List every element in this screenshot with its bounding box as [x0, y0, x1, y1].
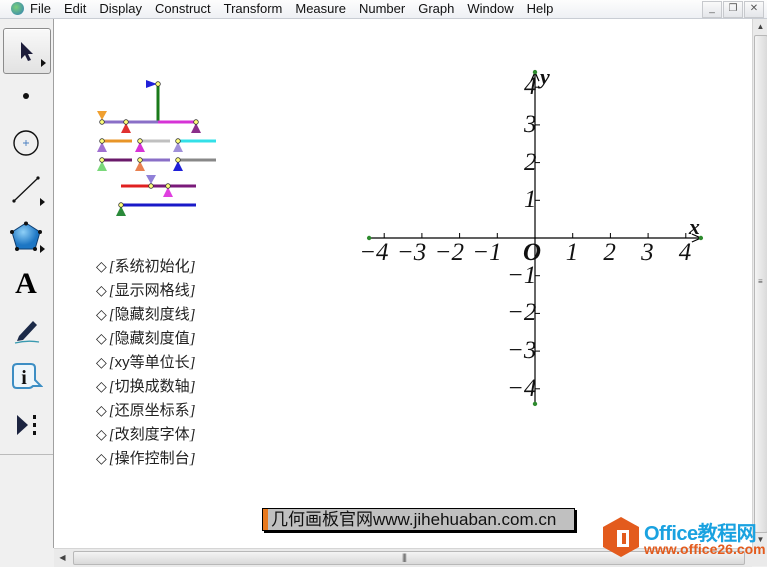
arrow-select-tool[interactable]: [3, 28, 51, 74]
x-tick-label: 1: [565, 239, 579, 266]
y-tick-label: −3: [507, 337, 537, 365]
more-tools-arrow-icon[interactable]: [40, 245, 45, 253]
minimize-button[interactable]: _: [702, 1, 722, 18]
custom-tool[interactable]: [3, 403, 49, 447]
menu-edit[interactable]: Edit: [64, 1, 86, 17]
svg-text:i: i: [21, 367, 27, 389]
office-logo-icon: [603, 517, 639, 557]
restore-button[interactable]: ❐: [723, 1, 743, 18]
app-icon[interactable]: [11, 2, 24, 15]
menu-display[interactable]: Display: [99, 1, 142, 17]
arrow-icon: [21, 42, 33, 61]
circle-icon: [13, 130, 39, 156]
url-banner: 几何画板官网www.jihehuaban.com.cn: [262, 508, 575, 531]
menu-construct[interactable]: Construct: [155, 1, 211, 17]
y-tick-label: 2: [524, 148, 537, 176]
scroll-left-arrow-icon[interactable]: ◀: [54, 549, 71, 567]
text-a-icon: A: [15, 267, 37, 300]
y-tick-label: 3: [524, 110, 537, 138]
y-tick-label: −4: [507, 374, 537, 402]
more-tools-arrow-icon[interactable]: [41, 59, 46, 67]
origin-label: O: [523, 239, 542, 266]
point-icon: [23, 93, 29, 99]
x-tick-label: 3: [641, 239, 654, 266]
y-axis-name: y: [540, 64, 550, 90]
marker-tool[interactable]: [3, 309, 49, 353]
y-tick-label: −1: [507, 261, 537, 289]
x-axis-name: x: [688, 214, 700, 239]
toolbox: A i: [0, 19, 54, 548]
y-tick-label: −2: [507, 299, 537, 327]
menu-window[interactable]: Window: [467, 1, 513, 17]
menu-file[interactable]: File: [30, 1, 51, 17]
grip-icon: ≡: [758, 277, 763, 286]
segment-icon: [12, 176, 40, 203]
polygon-icon: [10, 221, 42, 251]
y-tick-label: 4: [524, 73, 537, 101]
url-banner-text: 几何画板官网www.jihehuaban.com.cn: [271, 510, 557, 529]
vertical-scrollbar[interactable]: ▲ ≡ ▼: [752, 19, 767, 548]
watermark: Office教程网 www.office26.com: [600, 514, 767, 559]
y-tick-label: 1: [524, 186, 537, 214]
information-tool[interactable]: i: [3, 356, 49, 400]
text-tool[interactable]: A: [3, 262, 49, 306]
watermark-url: www.office26.com: [644, 541, 766, 557]
x-tick-label: 4: [678, 239, 692, 266]
grip-icon: |||: [402, 552, 407, 562]
polygon-tool[interactable]: [3, 215, 49, 259]
menu-bar: File Edit Display Construct Transform Me…: [0, 0, 767, 19]
info-icon: i: [12, 363, 43, 389]
pen-icon: [14, 321, 40, 344]
compass-tool[interactable]: [3, 121, 49, 165]
menu-graph[interactable]: Graph: [418, 1, 454, 17]
straightedge-tool[interactable]: [3, 168, 49, 212]
x-tick-label: −4: [359, 239, 389, 266]
menu-measure[interactable]: Measure: [295, 1, 346, 17]
scroll-up-arrow-icon[interactable]: ▲: [753, 19, 767, 35]
menu-number[interactable]: Number: [359, 1, 405, 17]
menu-transform[interactable]: Transform: [224, 1, 283, 17]
x-tick-label: 2: [603, 239, 616, 266]
toolbox-divider: [0, 454, 53, 455]
close-button[interactable]: ✕: [744, 1, 764, 18]
more-tools-arrow-icon[interactable]: [40, 198, 45, 206]
vertical-scroll-thumb[interactable]: ≡: [754, 35, 767, 533]
sketch-canvas[interactable]: ◇ [系统初始化] ◇ [显示网格线] ◇ [隐藏刻度线] ◇ [隐藏刻度值] ◇ [xy…: [54, 19, 752, 548]
x-tick-label: −3: [396, 239, 427, 266]
custom-tools-icon: [17, 415, 36, 435]
document-window-controls: _ ❐ ✕: [702, 1, 764, 18]
menu-help[interactable]: Help: [527, 1, 554, 17]
y-axis-endpoint[interactable]: [532, 401, 538, 407]
x-tick-label: −2: [434, 239, 464, 266]
coordinate-system: [366, 69, 704, 407]
menu-items: File Edit Display Construct Transform Me…: [30, 1, 566, 17]
banner-stripe: [263, 509, 268, 530]
x-tick-label: −1: [472, 239, 502, 266]
point-tool[interactable]: [3, 74, 49, 118]
